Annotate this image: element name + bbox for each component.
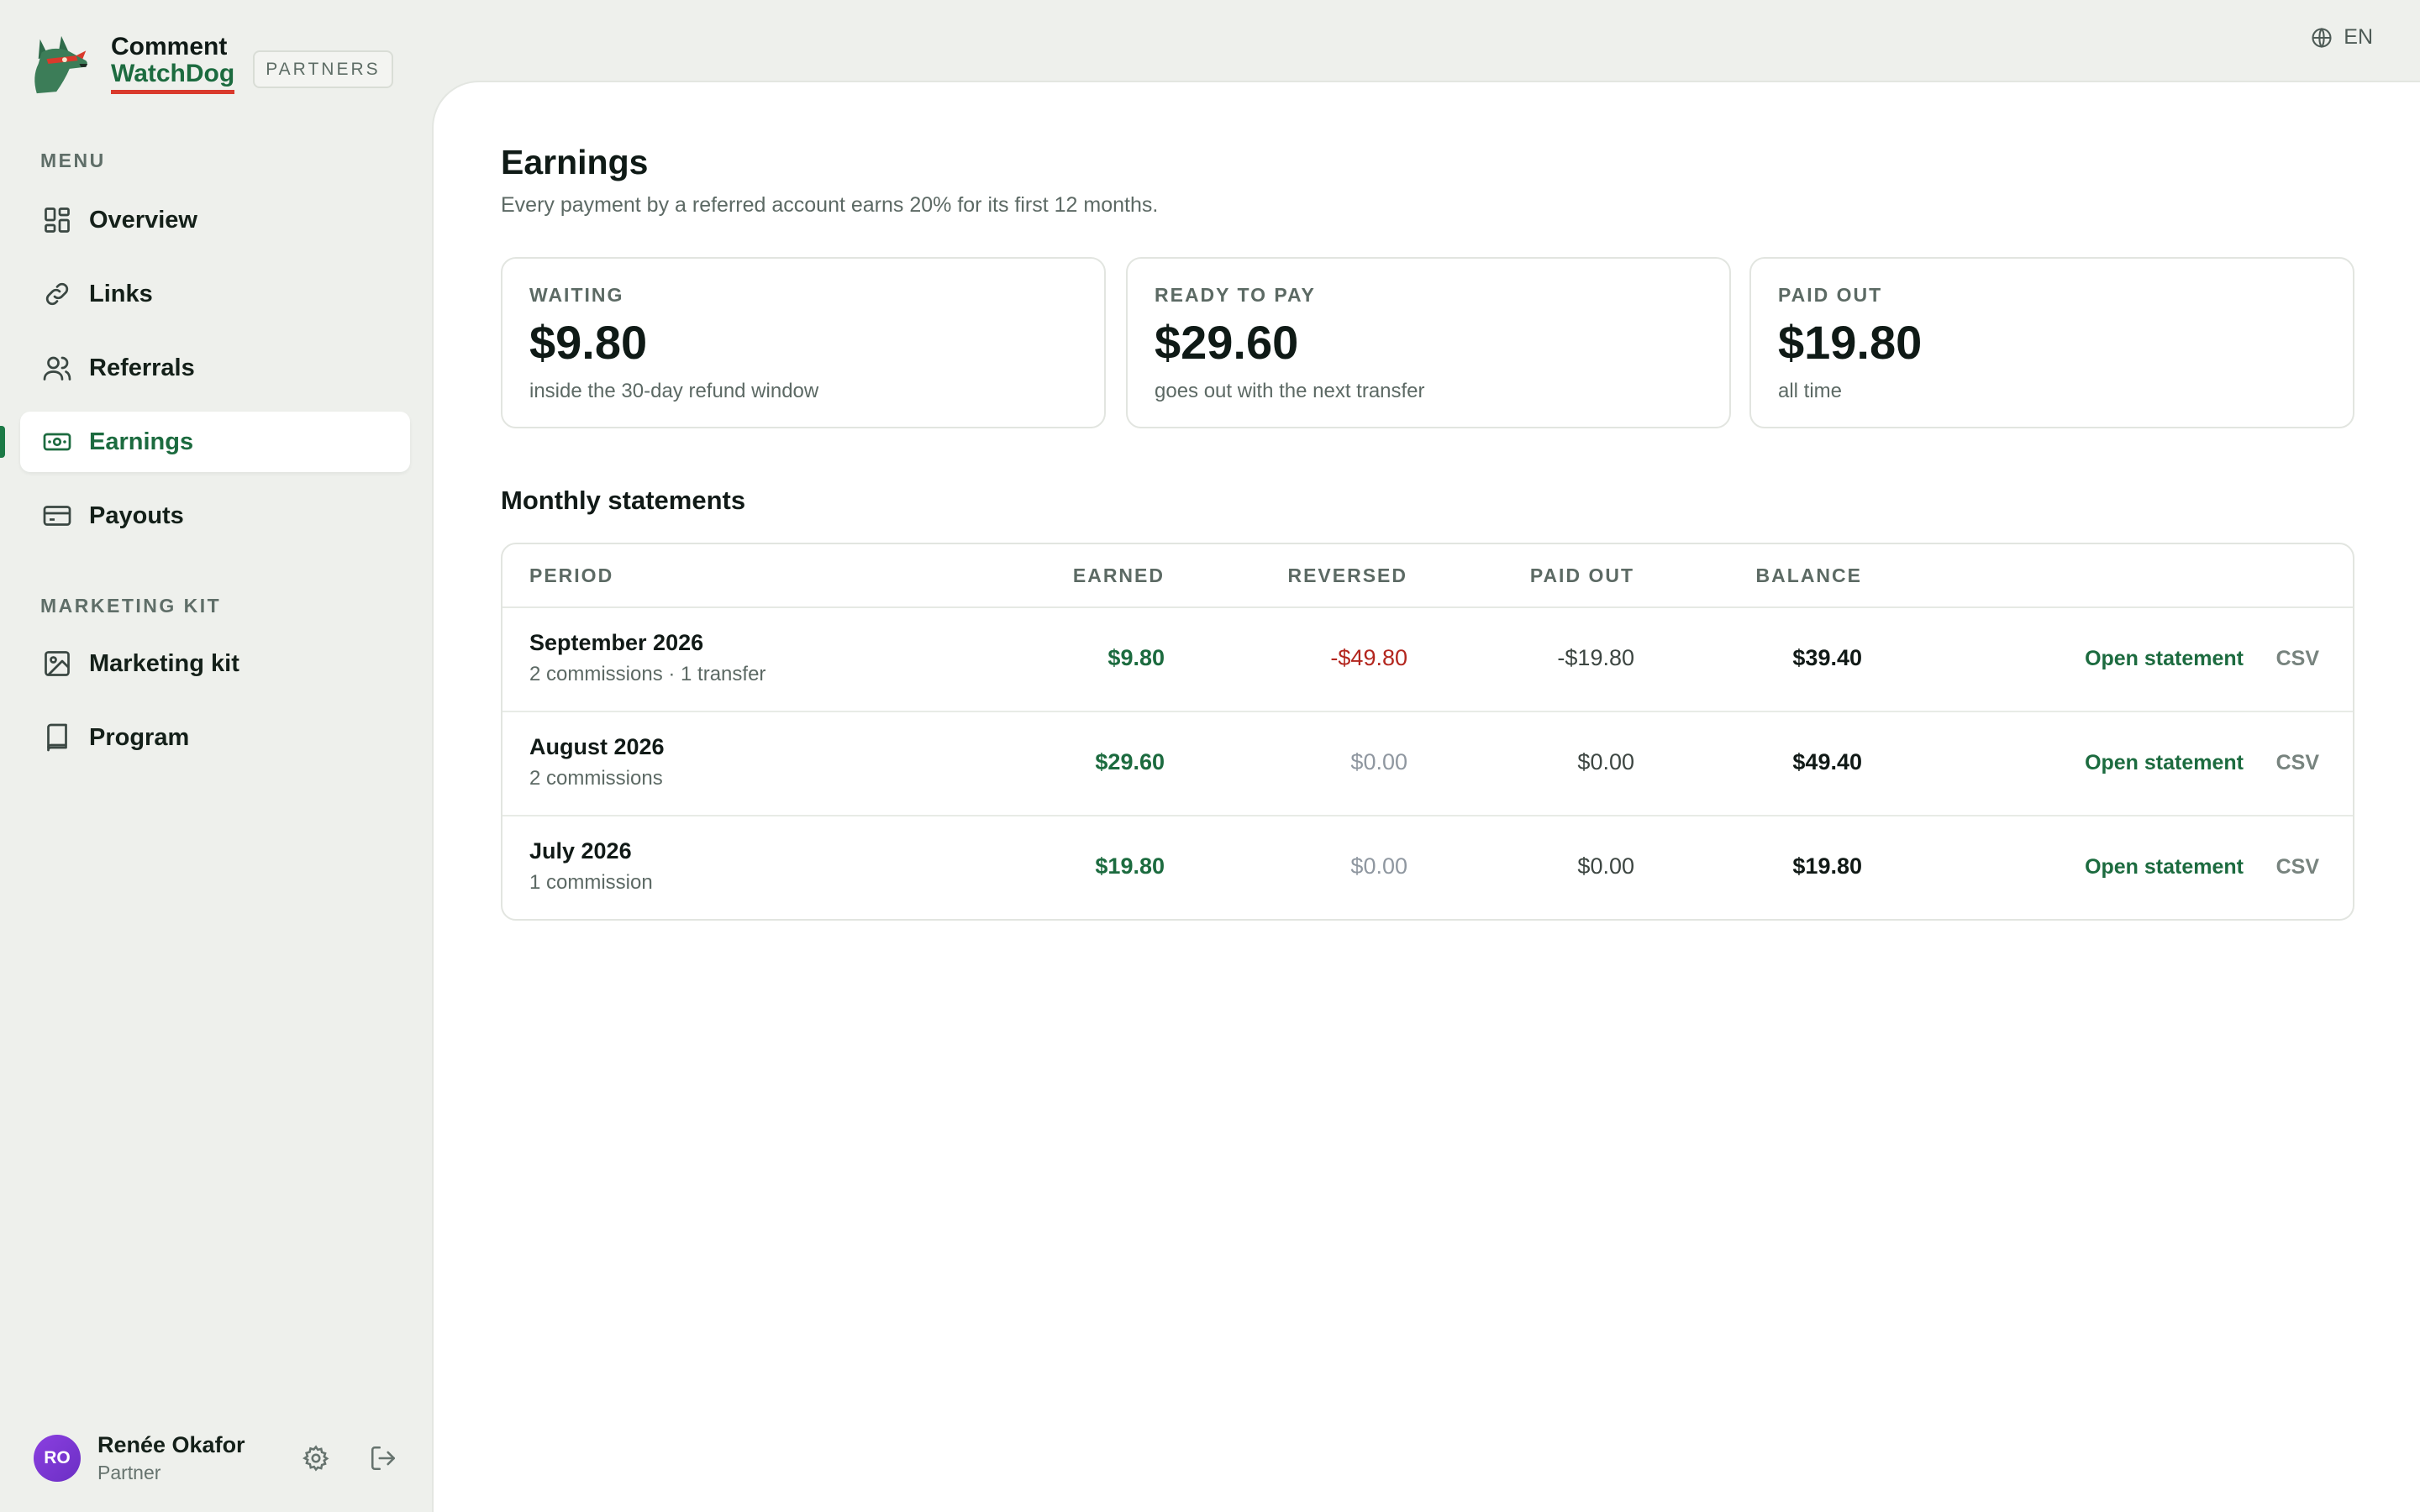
column-header-period: PERIOD [529, 564, 614, 586]
csv-download-link[interactable]: CSV [2276, 751, 2319, 775]
paid-out-value: $0.00 [1577, 853, 1634, 879]
card-label: WAITING [529, 284, 624, 306]
table-header: PERIOD EARNED REVERSED PAID OUT BALANCE [502, 544, 2353, 608]
page-title: Earnings [501, 143, 649, 181]
avatar: RO [34, 1435, 81, 1482]
balance-value: $49.40 [1792, 749, 1862, 774]
column-header-paid-out: PAID OUT [1529, 564, 1634, 586]
brand[interactable]: Comment WatchDog PARTNERS [29, 29, 393, 99]
card-note: all time [1778, 380, 1843, 402]
menu-section-label: MENU [40, 150, 106, 171]
sidebar-item-label: Referrals [89, 354, 195, 381]
sidebar: Comment WatchDog PARTNERS MENU Overview … [0, 0, 430, 1512]
reversed-value: -$49.80 [1330, 645, 1407, 670]
brand-name-line1: Comment [111, 33, 228, 60]
language-switcher[interactable]: EN [2310, 25, 2373, 50]
card-icon [40, 499, 74, 533]
table-row: July 2026 1 commission $19.80 $0.00 $0.0… [502, 816, 2353, 919]
card-note: inside the 30-day refund window [529, 380, 819, 402]
link-icon [40, 277, 74, 311]
card-value: $19.80 [1778, 316, 1923, 369]
user-name: Renée Okafor [97, 1432, 245, 1457]
period-name: July 2026 [529, 838, 632, 864]
sidebar-item-links[interactable]: Links [20, 264, 410, 324]
sidebar-item-label: Payouts [89, 501, 184, 529]
grid-icon [40, 203, 74, 237]
sidebar-item-program[interactable]: Program [20, 707, 410, 768]
waiting-card: WAITING $9.80 inside the 30-day refund w… [501, 257, 1106, 428]
active-indicator [0, 426, 5, 458]
period-detail: 2 commissions · 1 transfer [529, 663, 766, 685]
users-icon [40, 351, 74, 385]
column-header-reversed: REVERSED [1287, 564, 1407, 586]
book-icon [40, 721, 74, 754]
column-header-earned: EARNED [1072, 564, 1165, 586]
open-statement-link[interactable]: Open statement [2085, 855, 2244, 879]
paid-out-value: $0.00 [1577, 749, 1634, 774]
user-role: Partner [97, 1462, 161, 1483]
csv-download-link[interactable]: CSV [2276, 855, 2319, 879]
earned-value: $19.80 [1095, 853, 1165, 879]
period-name: September 2026 [529, 630, 704, 655]
logout-button[interactable] [365, 1440, 402, 1477]
banknote-icon [40, 425, 74, 459]
sidebar-item-label: Links [89, 280, 153, 307]
watchdog-logo-icon [34, 35, 88, 94]
marketing-kit-section-label: MARKETING KIT [40, 595, 222, 617]
page-subtitle: Every payment by a referred account earn… [501, 193, 1159, 217]
balance-value: $19.80 [1792, 853, 1862, 879]
sidebar-item-label: Marketing kit [89, 649, 239, 677]
earned-value: $9.80 [1107, 645, 1165, 670]
globe-icon [2312, 27, 2332, 48]
open-statement-link[interactable]: Open statement [2085, 751, 2244, 775]
balance-value: $39.40 [1792, 645, 1862, 670]
card-label: PAID OUT [1778, 284, 1883, 306]
table-row: August 2026 2 commissions $29.60 $0.00 $… [502, 712, 2353, 816]
card-value: $29.60 [1155, 316, 1299, 369]
csv-download-link[interactable]: CSV [2276, 647, 2319, 671]
sidebar-item-label: Earnings [89, 428, 194, 455]
language-label: EN [2344, 25, 2373, 49]
main-panel: Earnings Every payment by a referred acc… [432, 81, 2420, 1512]
table-row: September 2026 2 commissions · 1 transfe… [502, 608, 2353, 712]
reversed-value: $0.00 [1350, 749, 1407, 774]
sidebar-item-label: Overview [89, 206, 197, 234]
period-detail: 2 commissions [529, 767, 663, 790]
brand-name-line2: WatchDog [111, 60, 235, 94]
user-profile[interactable]: RO Renée Okafor Partner [34, 1431, 245, 1485]
paid-out-card: PAID OUT $19.80 all time [1749, 257, 2354, 428]
sidebar-item-earnings[interactable]: Earnings [20, 412, 410, 472]
column-header-balance: BALANCE [1755, 564, 1862, 586]
card-label: READY TO PAY [1155, 284, 1316, 306]
gear-icon [302, 1445, 329, 1472]
sidebar-item-marketing-kit[interactable]: Marketing kit [20, 633, 410, 694]
sidebar-item-label: Program [89, 723, 190, 751]
card-note: goes out with the next transfer [1155, 380, 1425, 402]
reversed-value: $0.00 [1350, 853, 1407, 879]
sidebar-item-payouts[interactable]: Payouts [20, 486, 410, 546]
partners-badge: PARTNERS [253, 50, 393, 88]
settings-button[interactable] [297, 1440, 334, 1477]
statements-table: PERIOD EARNED REVERSED PAID OUT BALANCE … [501, 543, 2354, 921]
card-value: $9.80 [529, 316, 648, 369]
statements-title: Monthly statements [501, 486, 746, 515]
period-detail: 1 commission [529, 871, 653, 894]
sidebar-item-referrals[interactable]: Referrals [20, 338, 410, 398]
paid-out-value: -$19.80 [1557, 645, 1634, 670]
period-name: August 2026 [529, 734, 665, 759]
image-icon [40, 647, 74, 680]
open-statement-link[interactable]: Open statement [2085, 647, 2244, 671]
earned-value: $29.60 [1095, 749, 1165, 774]
sidebar-item-overview[interactable]: Overview [20, 190, 410, 250]
ready-to-pay-card: READY TO PAY $29.60 goes out with the ne… [1126, 257, 1731, 428]
logout-icon [371, 1446, 396, 1471]
